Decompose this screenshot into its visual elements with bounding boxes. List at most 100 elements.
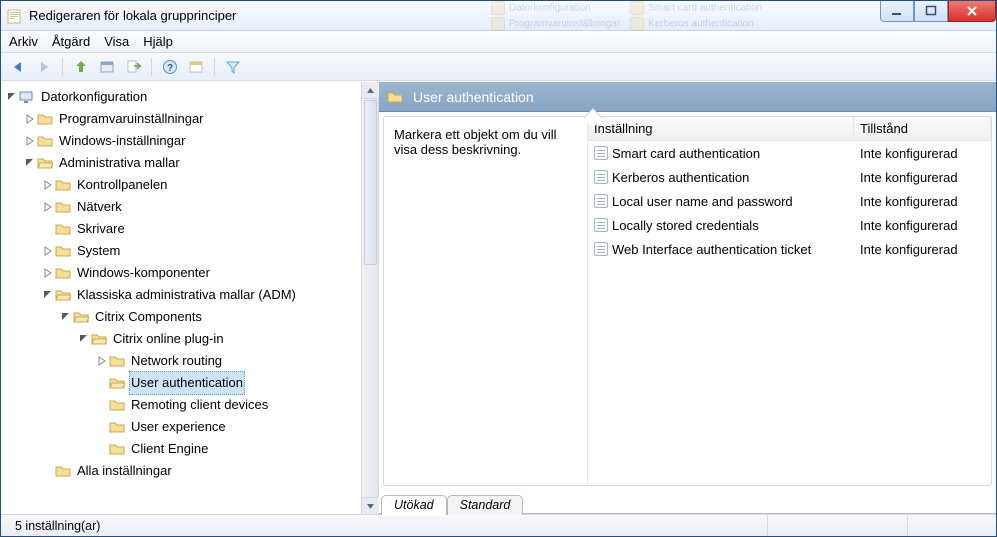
tree-admin-mallar[interactable]: Administrativa mallar [3, 152, 361, 174]
tree-citrix-plugin[interactable]: Citrix online plug-in [3, 328, 361, 350]
tree-remoting[interactable]: Remoting client devices [3, 394, 361, 416]
tree-network-routing[interactable]: Network routing [3, 350, 361, 372]
menubar: Arkiv Åtgärd Visa Hjälp [1, 31, 996, 53]
col-header-state[interactable]: Tillstånd [854, 117, 991, 140]
menu-hjalp[interactable]: Hjälp [143, 34, 173, 49]
tree-programvara[interactable]: Programvaruinställningar [3, 108, 361, 130]
properties-button[interactable] [96, 56, 118, 78]
export-button[interactable] [122, 56, 144, 78]
folder-open-icon [55, 287, 71, 303]
description-column: Markera ett objekt om du vill visa dess … [384, 117, 587, 485]
forward-button[interactable] [33, 56, 55, 78]
tree-klassiska[interactable]: Klassiska administrativa mallar (ADM) [3, 284, 361, 306]
list-item[interactable]: Kerberos authentication Inte konfigurerad [588, 165, 991, 189]
help-button[interactable]: ? [159, 56, 181, 78]
twisty-closed-icon[interactable] [23, 114, 37, 124]
folder-open-icon [91, 331, 107, 347]
folder-icon [55, 243, 71, 259]
tree-system[interactable]: System [3, 240, 361, 262]
folder-icon [37, 133, 53, 149]
folder-open-icon [37, 155, 53, 171]
tree-skrivare[interactable]: Skrivare [3, 218, 361, 240]
scroll-up-icon[interactable] [362, 82, 379, 99]
tree-kontrollpanelen[interactable]: Kontrollpanelen [3, 174, 361, 196]
back-button[interactable] [7, 56, 29, 78]
tree-client-engine[interactable]: Client Engine [3, 438, 361, 460]
titlebar[interactable]: Redigeraren för lokala grupprinciper Dat… [1, 1, 996, 31]
tree-root[interactable]: Datorkonfiguration [3, 86, 361, 108]
twisty-open-icon[interactable] [77, 334, 91, 344]
policy-icon [594, 242, 608, 256]
list-item[interactable]: Smart card authenticationInte konfigurer… [588, 141, 991, 165]
folder-icon [109, 441, 125, 457]
up-button[interactable] [70, 56, 92, 78]
tree-citrix-components[interactable]: Citrix Components [3, 306, 361, 328]
twisty-open-icon[interactable] [41, 290, 55, 300]
tab-extended[interactable]: Utökad [381, 495, 447, 515]
twisty-closed-icon[interactable] [23, 136, 37, 146]
tree-scroll[interactable]: Datorkonfiguration Programvaruinställnin… [1, 82, 361, 514]
list-item[interactable]: Locally stored credentials Inte konfigure… [588, 213, 991, 237]
tree-alla[interactable]: Alla inställningar [3, 460, 361, 482]
minimize-button[interactable] [880, 1, 914, 22]
folder-icon [387, 89, 403, 105]
folder-icon [55, 265, 71, 281]
tree-natverk[interactable]: Nätverk [3, 196, 361, 218]
app-icon [7, 8, 23, 24]
scroll-down-icon[interactable] [362, 497, 379, 514]
policy-icon [594, 218, 608, 232]
policy-icon [594, 146, 608, 160]
toolbar: ? [1, 53, 996, 81]
right-header: User authentication [379, 82, 996, 112]
twisty-closed-icon[interactable] [95, 356, 109, 366]
setting-name: Locally stored credentials [612, 218, 759, 233]
settings-list: Inställning Tillstånd Smart card authent… [587, 117, 991, 485]
folder-icon [37, 111, 53, 127]
setting-state: Inte konfigurerad [854, 170, 991, 185]
setting-name: Web Interface authentication ticket [612, 242, 811, 257]
list-item[interactable]: Local user name and passwordInte konfigu… [588, 189, 991, 213]
window-title: Redigeraren för lokala grupprinciper [29, 8, 236, 23]
twisty-open-icon[interactable] [23, 158, 37, 168]
folder-icon [109, 353, 125, 369]
tree-windows[interactable]: Windows-inställningar [3, 130, 361, 152]
svg-text:?: ? [167, 63, 173, 74]
twisty-closed-icon[interactable] [41, 202, 55, 212]
menu-atgard[interactable]: Åtgärd [52, 34, 90, 49]
computer-icon [19, 89, 35, 105]
right-body: Markera ett objekt om du vill visa dess … [383, 116, 992, 486]
maximize-button[interactable] [914, 1, 948, 22]
tree-user-experience[interactable]: User experience [3, 416, 361, 438]
window-root: Redigeraren för lokala grupprinciper Dat… [0, 0, 997, 537]
folder-icon [109, 397, 125, 413]
titlebar-bgshadow: DatorkonfigurationProgramvaruinställning… [491, 1, 762, 31]
tree-scrollbar[interactable] [361, 82, 378, 514]
setting-state: Inte konfigurerad [854, 194, 991, 209]
list-rows: Smart card authenticationInte konfigurer… [588, 141, 991, 485]
scroll-thumb[interactable] [364, 100, 377, 265]
folder-icon [55, 199, 71, 215]
menu-arkiv[interactable]: Arkiv [9, 34, 38, 49]
filter-button[interactable] [222, 56, 244, 78]
setting-name: Kerberos authentication [612, 170, 749, 185]
twisty-open-icon[interactable] [59, 312, 73, 322]
twisty-closed-icon[interactable] [41, 246, 55, 256]
status-spacer [767, 515, 907, 536]
list-header: Inställning Tillstånd [588, 117, 991, 141]
options-button[interactable] [185, 56, 207, 78]
tree-winkomp[interactable]: Windows-komponenter [3, 262, 361, 284]
close-button[interactable] [948, 1, 996, 22]
col-header-setting[interactable]: Inställning [588, 117, 854, 140]
list-item[interactable]: Web Interface authentication ticketInte … [588, 237, 991, 261]
description-text: Markera ett objekt om du vill visa dess … [394, 127, 577, 157]
twisty-closed-icon[interactable] [41, 268, 55, 278]
twisty-closed-icon[interactable] [41, 180, 55, 190]
twisty-open-icon[interactable] [5, 92, 19, 102]
setting-state: Inte konfigurerad [854, 218, 991, 233]
window-buttons [880, 1, 996, 22]
tree-user-authentication[interactable]: User authentication [3, 372, 361, 394]
menu-visa[interactable]: Visa [104, 34, 129, 49]
right-header-title: User authentication [413, 89, 534, 105]
tab-standard[interactable]: Standard [447, 495, 524, 515]
status-text: 5 inställning(ar) [7, 515, 767, 536]
